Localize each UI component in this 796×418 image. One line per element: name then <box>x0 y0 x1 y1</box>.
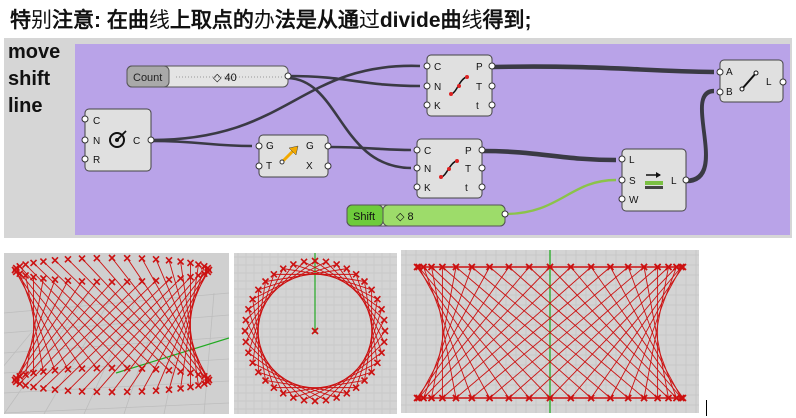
divide-top-input-c: C <box>434 62 441 73</box>
hyperboloid-front-view <box>401 250 699 413</box>
line-input-a: A <box>726 67 733 78</box>
shift-slider-value: ◇ 8 <box>396 211 414 223</box>
shift-slider[interactable]: Shift ◇ 8 <box>346 204 509 227</box>
point-marker <box>378 305 386 313</box>
divide-bottom-input-n: N <box>424 164 431 175</box>
front-viewport <box>401 250 699 413</box>
divide-curve-bottom[interactable]: C N K P T t <box>413 138 486 199</box>
point-marker <box>289 394 297 402</box>
divide-top-output-p: P <box>476 62 483 73</box>
divide-top-output-t: T <box>476 82 482 93</box>
hyperboloid-perspective <box>4 253 229 414</box>
divide-bottom-output-t: T <box>465 164 471 175</box>
divide-curve-top[interactable]: C N K P T t <box>423 54 496 117</box>
point-marker <box>289 260 297 268</box>
divide-bottom-input-c: C <box>424 146 431 157</box>
shift-list-component[interactable]: L S W L <box>618 148 690 212</box>
wire-shift-slider-to-shift <box>504 178 617 216</box>
shift-output-l: L <box>671 176 677 187</box>
wire-shift-to-line-b-2 <box>685 90 715 184</box>
shift-slider-label: Shift <box>353 211 375 223</box>
line-input-b: B <box>726 87 733 98</box>
count-slider-value: ◇ 40 <box>213 72 237 84</box>
line-output-l: L <box>766 77 772 88</box>
count-slider[interactable]: Count ◇ 40 <box>126 65 292 88</box>
move-output-g: G <box>306 141 314 152</box>
perspective-viewport <box>4 253 229 414</box>
top-viewport <box>234 253 397 414</box>
divide-top-input-n: N <box>434 82 441 93</box>
circle-input-c: C <box>93 116 100 127</box>
circle-input-r: R <box>93 155 100 166</box>
move-output-x: X <box>306 161 313 172</box>
point-marker <box>333 394 341 402</box>
point-marker <box>333 260 341 268</box>
move-input-g: G <box>266 141 274 152</box>
divide-bottom-input-k: K <box>424 183 431 194</box>
point-marker <box>378 349 386 357</box>
move-input-t: T <box>266 161 272 172</box>
move-component[interactable]: G T G X <box>255 134 332 178</box>
grasshopper-definition: Count ◇ 40 Shift ◇ 8 C N R C G T G X C N… <box>81 54 787 227</box>
circle-input-n: N <box>93 136 100 147</box>
line-component[interactable]: A B L <box>716 59 787 103</box>
circle-output-c: C <box>133 136 140 147</box>
hyperboloid-top-view <box>234 253 397 414</box>
wire-shift-to-line-b <box>685 88 715 182</box>
divide-bottom-output-p: P <box>465 146 472 157</box>
shift-input-w: W <box>629 195 639 206</box>
text-cursor <box>706 400 707 416</box>
shift-input-s: S <box>629 176 636 187</box>
wire-circle-to-move <box>151 139 253 148</box>
shift-input-l: L <box>629 155 635 166</box>
wire-move-to-divide-bottom <box>327 145 412 152</box>
count-slider-label: Count <box>133 72 162 84</box>
divide-top-output-param: t <box>476 101 479 112</box>
divide-bottom-output-param: t <box>465 183 468 194</box>
circle-component[interactable]: C N R C <box>81 108 155 172</box>
divide-top-input-k: K <box>434 101 441 112</box>
